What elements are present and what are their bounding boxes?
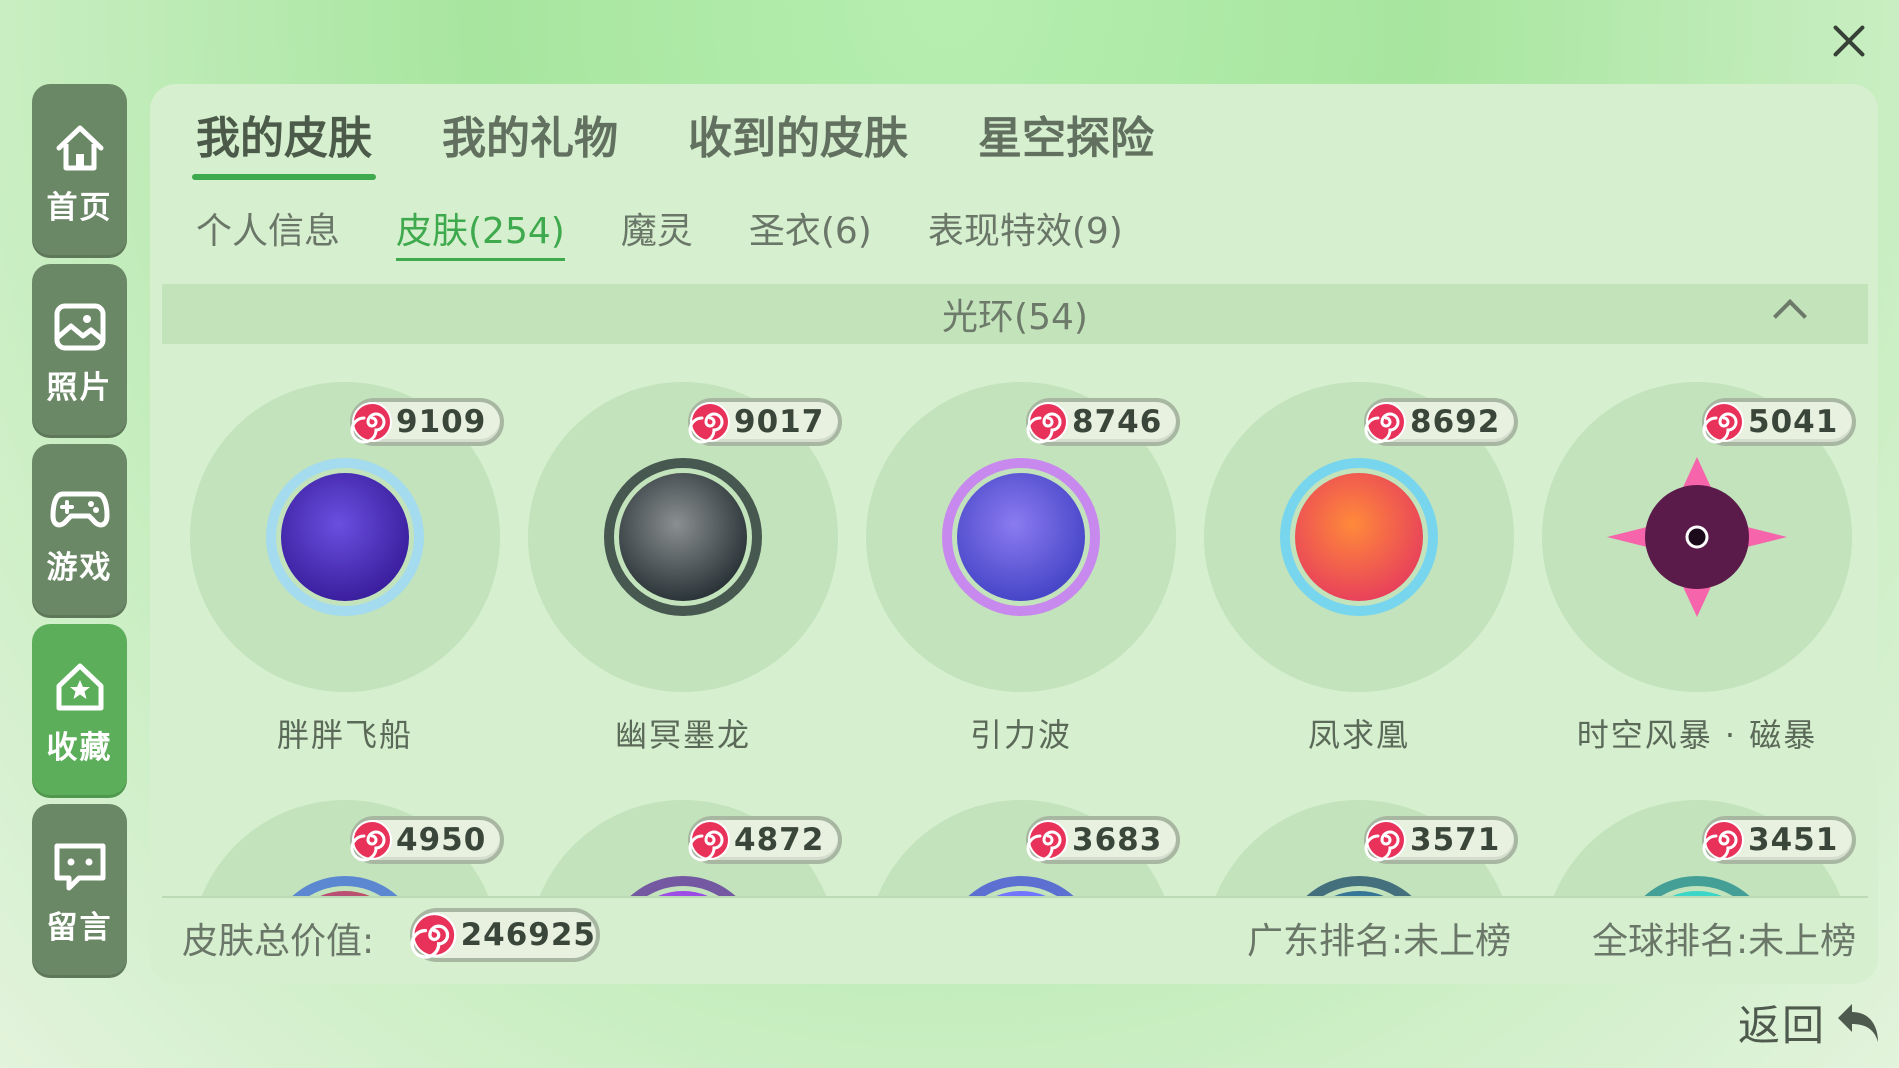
tab-0[interactable]: 我的皮肤: [192, 102, 376, 180]
price-value: 5041: [1748, 404, 1839, 440]
candy-icon: [1702, 402, 1744, 444]
price-value: 3451: [1748, 822, 1839, 858]
price-value: 9109: [396, 404, 487, 440]
sidebar-item-2[interactable]: 游戏: [32, 444, 127, 618]
candy-icon: [1026, 820, 1068, 862]
subtab-0[interactable]: 个人信息: [196, 202, 340, 261]
sidebar-item-4[interactable]: 留言: [32, 804, 127, 978]
sidebar-item-0[interactable]: 首页: [32, 84, 127, 258]
total-value-label: 皮肤总价值:: [182, 921, 375, 962]
price-badge: 8692: [1364, 398, 1519, 446]
tab-3[interactable]: 星空探险: [978, 102, 1154, 176]
sidebar-item-label: 留言: [46, 909, 113, 946]
gamepad-icon: [50, 491, 109, 527]
candy-icon: [350, 402, 392, 444]
price-value: 8746: [1072, 404, 1163, 440]
skin-name: 时空风暴 · 磁暴: [1576, 716, 1818, 754]
price-badge: 3571: [1364, 816, 1519, 864]
subtab-3[interactable]: 圣衣(6): [749, 202, 872, 261]
skin-grid: 9109 胖胖飞船 9017 幽冥墨龙 8746 引力波 8692 凤求凰 5041 时空风暴 ·…: [162, 364, 1868, 896]
price-badge: 5041: [1702, 398, 1857, 446]
price-value: 4950: [396, 822, 487, 858]
sidebar-item-label: 首页: [46, 189, 113, 226]
global-rank: 全球排名:未上榜: [1592, 921, 1857, 962]
candy-icon: [1702, 820, 1744, 862]
tab-2[interactable]: 收到的皮肤: [688, 102, 908, 176]
section-title: 光环(54): [942, 297, 1088, 338]
price-badge: 9017: [688, 398, 843, 446]
back-arrow-icon: [1838, 1003, 1879, 1042]
sidebar-item-label: 照片: [46, 369, 113, 406]
back-label: 返回: [1738, 1001, 1827, 1050]
price-badge: 3451: [1702, 816, 1857, 864]
total-value-badge: 246925: [410, 908, 600, 962]
footer-bar: 皮肤总价值: 246925 广东排名:未上榜 全球排名:未上榜: [162, 896, 1868, 972]
photo-icon: [54, 303, 105, 350]
skin-name: 凤求凰: [1307, 716, 1410, 754]
chevron-up-icon[interactable]: [1773, 299, 1807, 333]
message-icon: [54, 843, 105, 890]
skin-name: 引力波: [969, 716, 1072, 754]
sidebar-item-label: 游戏: [46, 549, 113, 586]
sidebar-item-1[interactable]: 照片: [32, 264, 127, 438]
aura-art: [266, 458, 424, 616]
price-value: 3683: [1072, 822, 1163, 858]
candy-icon: [410, 912, 457, 959]
price-badge: 4872: [688, 816, 843, 864]
back-button[interactable]: 返回: [1738, 992, 1886, 1053]
section-header-halo[interactable]: 光环(54): [162, 284, 1868, 344]
subtab-4[interactable]: 表现特效(9): [928, 202, 1123, 261]
province-rank: 广东排名:未上榜: [1247, 921, 1512, 962]
price-value: 8692: [1410, 404, 1501, 440]
candy-icon: [688, 820, 730, 862]
candy-icon: [350, 820, 392, 862]
total-value: 246925: [460, 917, 596, 953]
price-badge: 3683: [1026, 816, 1181, 864]
subtab-2[interactable]: 魔灵: [621, 202, 693, 261]
sidebar-item-label: 收藏: [46, 729, 113, 766]
price-value: 9017: [734, 404, 825, 440]
candy-icon: [1364, 402, 1406, 444]
price-badge: 4950: [350, 816, 505, 864]
subtab-1[interactable]: 皮肤(254): [396, 202, 565, 261]
skin-name: 幽冥墨龙: [614, 716, 751, 754]
price-badge: 8746: [1026, 398, 1181, 446]
sub-tabs: 个人信息 皮肤(254) 魔灵 圣衣(6) 表现特效(9): [196, 202, 1179, 261]
candy-icon: [1364, 820, 1406, 862]
price-badge: 9109: [350, 398, 505, 446]
candy-icon: [688, 402, 730, 444]
skin-panel: 我的皮肤 我的礼物 收到的皮肤 星空探险 个人信息 皮肤(254) 魔灵 圣衣(6) 表现特效…: [150, 84, 1878, 984]
star-house-icon: [56, 663, 103, 710]
sidebar: 首页照片游戏收藏留言: [32, 84, 127, 984]
aura-art: [1280, 458, 1438, 616]
main-tabs: 我的皮肤 我的礼物 收到的皮肤 星空探险: [192, 102, 1224, 180]
aura-art: [604, 458, 762, 616]
sidebar-item-3[interactable]: 收藏: [32, 624, 127, 798]
aura-art: [942, 458, 1100, 616]
home-icon: [56, 125, 103, 170]
candy-icon: [1026, 402, 1068, 444]
tab-1[interactable]: 我的礼物: [442, 102, 618, 176]
price-value: 4872: [734, 822, 825, 858]
aura-art: [1607, 457, 1787, 617]
skin-name: 胖胖飞船: [276, 716, 413, 754]
price-value: 3571: [1410, 822, 1501, 858]
close-icon[interactable]: [1826, 18, 1872, 64]
